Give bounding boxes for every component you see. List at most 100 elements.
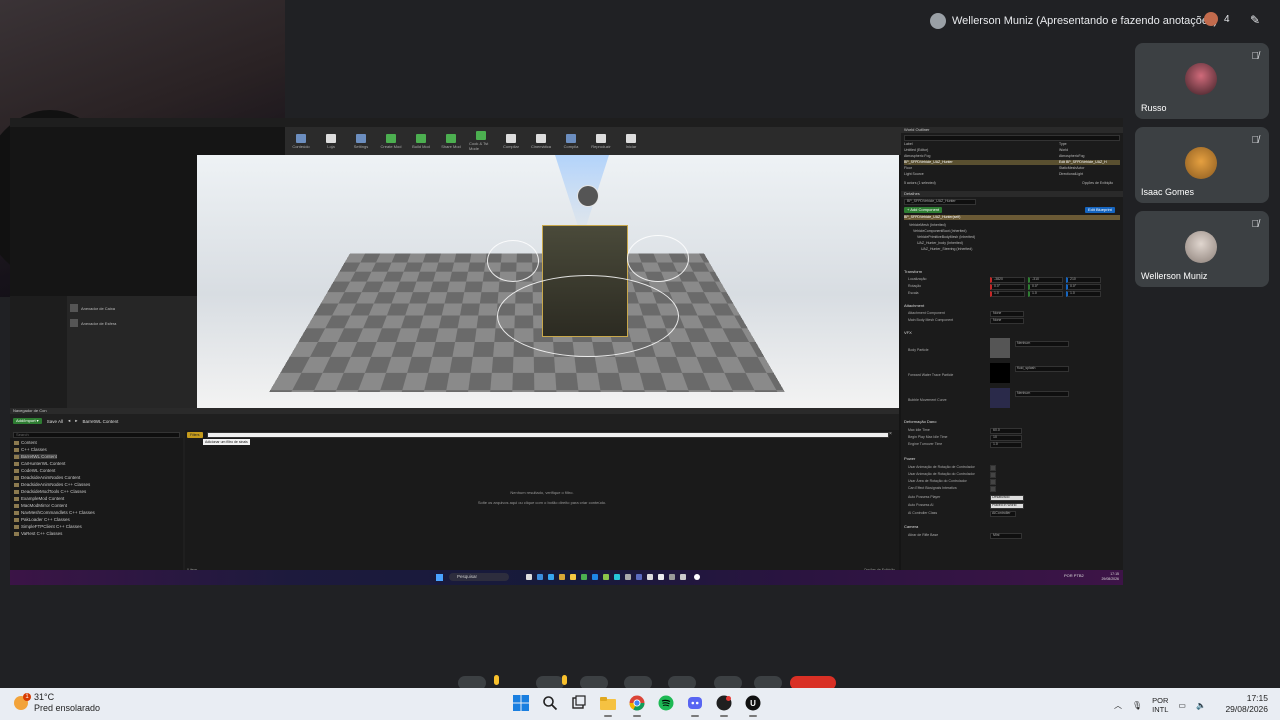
section-attachment[interactable]: Attachment (904, 303, 924, 308)
tree-item[interactable]: PakLoader C++ Classes (14, 517, 70, 522)
windows-start-icon[interactable] (436, 574, 443, 581)
close-icon[interactable]: × (889, 431, 892, 437)
app-icon[interactable] (669, 574, 675, 580)
tree-item[interactable]: DeadsideAnimNodes C++ Classes (14, 482, 90, 487)
section-camera[interactable]: Camera (904, 524, 918, 529)
app-icon[interactable] (548, 574, 554, 580)
water-trace-thumbnail[interactable] (990, 363, 1010, 383)
section-power[interactable]: Power (904, 456, 915, 461)
content-browser-tab[interactable]: Navegador de Con (10, 408, 899, 414)
tree-item[interactable]: VaRest C++ Classes (14, 531, 62, 536)
tree-item-selected[interactable]: BarretWL Content (14, 454, 57, 459)
language-indicator[interactable]: POR INTL (1152, 696, 1168, 714)
participant-tile-russo[interactable]: 🎙̸ Russo (1135, 43, 1269, 119)
taskbar-clock[interactable]: 17:15 29/08/2026 (1225, 693, 1268, 715)
back-arrow-icon[interactable]: ◂ (68, 418, 70, 424)
file-explorer-icon[interactable] (599, 694, 617, 717)
toolbar-compile-button[interactable]: Compilar (499, 133, 523, 149)
section-transform[interactable]: Transform (904, 269, 922, 274)
chevron-up-icon[interactable]: ︿ (1114, 700, 1122, 711)
tree-item[interactable]: CodeWL Content (14, 468, 55, 473)
unreal-engine-icon[interactable]: U (744, 694, 762, 717)
add-component-button[interactable]: + Add Component (904, 207, 943, 213)
app-icon[interactable] (636, 574, 642, 580)
modes-item-sphere[interactable]: Anexador de Esfera (70, 319, 116, 327)
outliner-search[interactable] (904, 135, 1120, 141)
details-tab[interactable]: Detalhes (901, 191, 1123, 197)
bubble-curve-thumbnail[interactable] (990, 388, 1010, 408)
toolbar-compile2-button[interactable]: Compila (559, 133, 583, 149)
chrome-icon[interactable] (628, 694, 646, 717)
content-path[interactable]: BarretWL Content (82, 419, 118, 424)
app-icon[interactable] (592, 574, 598, 580)
weather-widget[interactable]: 1 31°C Pred ensolarado (14, 692, 100, 714)
toolbar-share-mod-button[interactable]: Share Mod (439, 133, 463, 149)
tree-item[interactable]: SimpleFTPClient C++ Classes (14, 524, 82, 529)
asset-view[interactable]: Filters × Adicionar um filtro de sinais … (185, 430, 899, 575)
app-icon[interactable] (581, 574, 587, 580)
search-icon[interactable] (541, 694, 559, 712)
participants-button[interactable]: 4 (1204, 12, 1230, 26)
github-icon[interactable] (715, 694, 733, 717)
app-icon[interactable] (680, 574, 686, 580)
app-icon[interactable] (625, 574, 631, 580)
component-row[interactable]: VehicleMesh (Inherited) (909, 223, 1125, 228)
annotate-pen-icon[interactable]: ✎ (1250, 13, 1260, 27)
component-row[interactable]: VehiclePrimitiveBodyMesh (Inherited) (917, 235, 1133, 240)
task-view-icon[interactable] (570, 694, 588, 712)
tree-item[interactable]: Content (14, 440, 37, 445)
outliner-row-selected[interactable]: BP_SFPDVehicle_UAZ_Hunter Edit BP_SFPDVeh… (904, 160, 1120, 165)
checkbox[interactable] (990, 465, 996, 471)
section-vfx[interactable]: VFX (904, 330, 912, 335)
asset-search-input[interactable] (207, 432, 889, 438)
toolbar-create-mod-button[interactable]: Create Mod (379, 133, 403, 149)
toolbar-play-button[interactable]: Reproduzir (589, 133, 613, 149)
tree-item[interactable]: NavMeshCommandlets C++ Classes (14, 510, 95, 515)
network-icon[interactable]: ▭ (1178, 701, 1186, 710)
component-row[interactable]: UAZ_Hunter_body (Inherited) (917, 241, 1133, 246)
component-row[interactable]: UAZ_Hunter_Steering (Inherited) (921, 247, 1137, 252)
section-deform[interactable]: Deformação Dano (904, 419, 936, 424)
participant-tile-isaac[interactable]: 🎙̸ Isaac Gomes (1135, 127, 1269, 203)
checkbox[interactable] (990, 472, 996, 478)
app-icon[interactable] (603, 574, 609, 580)
outliner-tab[interactable]: World Outliner (901, 127, 1123, 133)
checkbox[interactable] (990, 479, 996, 485)
taskbar-search[interactable]: Pesquisar (449, 573, 509, 581)
explorer-icon[interactable] (559, 574, 565, 580)
body-particle-thumbnail[interactable] (990, 338, 1010, 358)
app-icon[interactable] (647, 574, 653, 580)
forward-arrow-icon[interactable]: ▸ (75, 418, 77, 424)
toolbar-cinematics-button[interactable]: Cinemática (529, 133, 553, 149)
folder-icon[interactable] (570, 574, 576, 580)
app-icon[interactable] (537, 574, 543, 580)
task-view-icon[interactable] (526, 574, 532, 580)
tree-item[interactable]: ExampleMod Content (14, 496, 64, 501)
toolbar-launch-button[interactable]: Iniciar (619, 133, 643, 149)
discord-icon[interactable] (686, 694, 704, 717)
checkbox[interactable] (990, 486, 996, 492)
tree-item[interactable]: C++ Classes (14, 447, 47, 452)
outliner-row[interactable]: Floor StaticMeshActor (904, 166, 1120, 171)
tree-item[interactable]: DeadsideAnimNodes Content (14, 475, 80, 480)
app-icon[interactable] (658, 574, 664, 580)
outliner-row[interactable]: Untitled (Editor) World (904, 148, 1120, 153)
tree-item[interactable]: CarHunterWL Content (14, 461, 65, 466)
tree-item[interactable]: DeadsideModTools C++ Classes (14, 489, 86, 494)
volume-icon[interactable]: 🔈 (1196, 701, 1206, 710)
component-row[interactable]: VehicleComponentBoot (Inherited) (913, 229, 1129, 234)
modes-item-box[interactable]: Anexador de Caixa (70, 304, 115, 312)
add-import-button[interactable]: Add/Import ▾ (13, 418, 42, 424)
filters-button[interactable]: Filters (187, 432, 203, 438)
app-icon[interactable] (614, 574, 620, 580)
toolbar-build-mod-button[interactable]: Build Mod (409, 133, 433, 149)
save-all-button[interactable]: Save All (47, 419, 63, 424)
component-root[interactable]: BP_SFPDVehicle_UAZ_Hunter(self) (904, 215, 1120, 220)
outliner-view-options[interactable]: Opções de Exibição (1082, 181, 1113, 186)
outliner-row[interactable]: Light Source DirectionalLight (904, 172, 1120, 177)
participant-tile-wellerson[interactable]: 🎙̸ Wellerson Muniz (1135, 211, 1269, 287)
tree-item[interactable]: MacModMirror Content (14, 503, 67, 508)
unreal-icon[interactable] (694, 574, 700, 580)
outliner-row[interactable]: Atmospheric Fog AtmosphericFog (904, 154, 1120, 159)
toolbar-settings-button[interactable]: Settings (349, 133, 373, 149)
